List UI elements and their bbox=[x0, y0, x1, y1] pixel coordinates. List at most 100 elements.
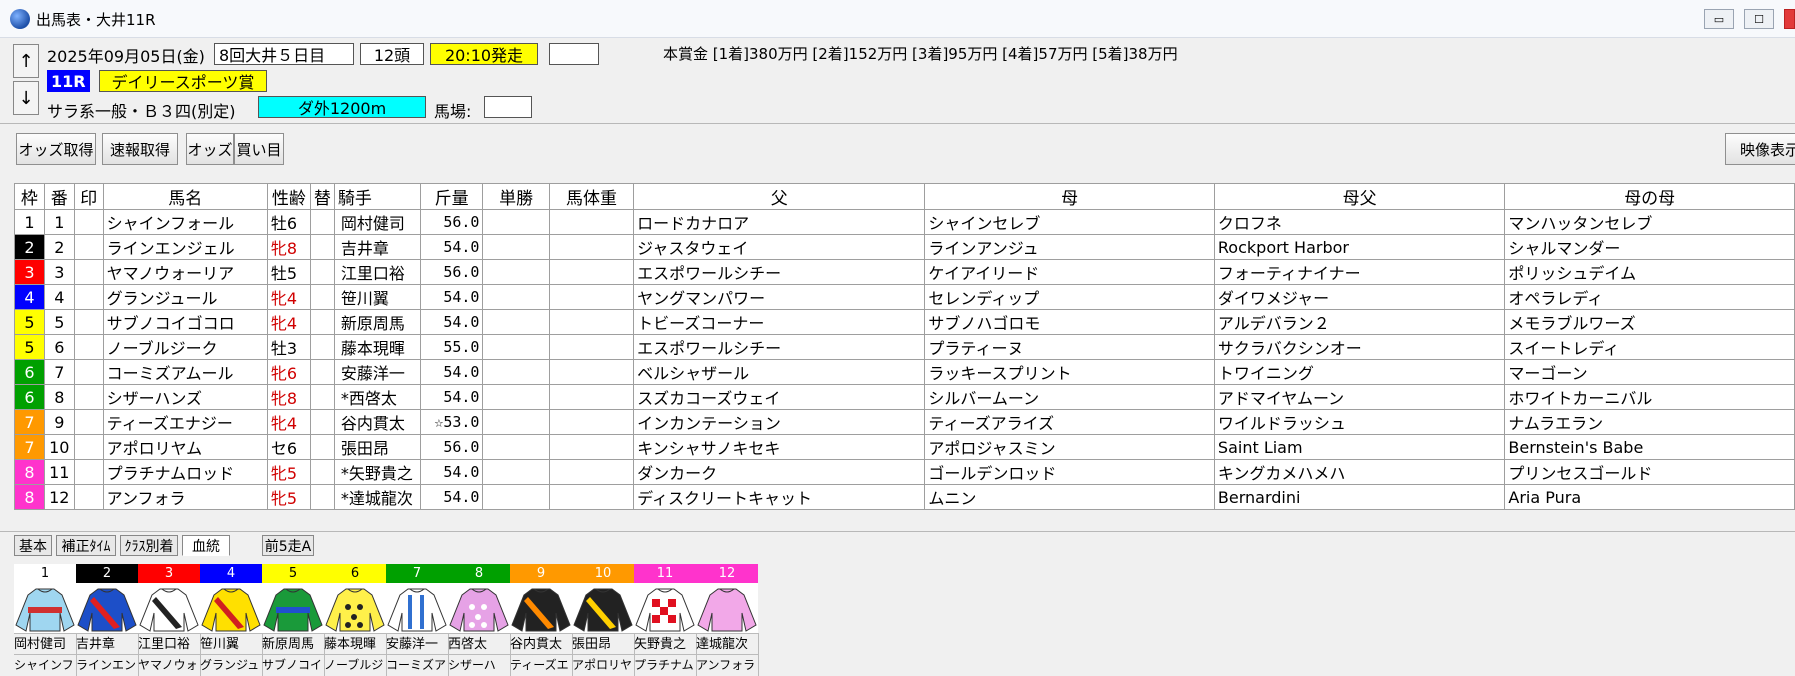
silk-jockey-name: 谷内貫太 bbox=[510, 633, 573, 655]
body-weight-cell bbox=[548, 459, 635, 485]
sex-age-cell: 牝5 bbox=[266, 484, 311, 510]
column-header-change[interactable]: 替 bbox=[309, 183, 335, 210]
weight-cell: 56.0 bbox=[419, 434, 484, 460]
sex-age-cell: 牝4 bbox=[266, 309, 311, 335]
column-header-num[interactable]: 番 bbox=[43, 183, 75, 210]
bet-slip-button[interactable]: 買い目 bbox=[234, 133, 284, 165]
mark-cell bbox=[73, 209, 104, 235]
table-row[interactable]: 6 8 シザーハンズ 牝8 *西啓太 54.0 スズカコーズウェイ シルバームーン アドマイヤム… bbox=[14, 384, 1795, 410]
maximize-button[interactable]: ☐ bbox=[1744, 9, 1774, 29]
silk-number: 5 bbox=[262, 564, 324, 583]
table-row[interactable]: 2 2 ラインエンジェル 牝8 吉井章 54.0 ジャスタウェイ ラインアンジュ Rockpor… bbox=[14, 234, 1795, 260]
weight-cell: 55.0 bbox=[419, 334, 484, 360]
table-row[interactable]: 7 10 アポロリヤム セ6 張田昂 56.0 キンシャサノキセキ アポロジャスミン Saint… bbox=[14, 434, 1795, 460]
next-race-button[interactable]: ↓ bbox=[13, 81, 39, 115]
column-header-dam-sire[interactable]: 母父 bbox=[1213, 183, 1506, 210]
silk-jockey-name: 岡村健司 bbox=[14, 633, 77, 655]
jockey-cell: 谷内貫太 bbox=[333, 409, 421, 435]
silk-card: 11 矢野貴之 プラチナム bbox=[634, 564, 697, 676]
odds-button[interactable]: オッズ bbox=[186, 133, 234, 165]
sex-age-cell: 牝6 bbox=[266, 359, 311, 385]
tab-class-results[interactable]: ｸﾗｽ別着 bbox=[120, 535, 178, 556]
column-header-mark[interactable]: 印 bbox=[73, 183, 104, 210]
prev-race-button[interactable]: ↑ bbox=[13, 44, 39, 78]
weight-cell: 54.0 bbox=[419, 484, 484, 510]
silk-horse-name: サブノコイ bbox=[262, 654, 325, 676]
extra-input[interactable] bbox=[549, 43, 599, 65]
sire-cell: ベルシャザール bbox=[633, 359, 926, 385]
weight-cell: 54.0 bbox=[419, 459, 484, 485]
column-header-weight[interactable]: 斤量 bbox=[419, 183, 484, 210]
tab-basic[interactable]: 基本 bbox=[14, 535, 52, 556]
grid-bottom-divider bbox=[0, 531, 1795, 532]
horse-number-cell: 11 bbox=[43, 459, 75, 485]
dam-dam-cell: Bernstein's Babe bbox=[1504, 434, 1795, 460]
table-row[interactable]: 1 1 シャインフォール 牡6 岡村健司 56.0 ロードカナロア シャインセレブ クロフネ マン… bbox=[14, 209, 1795, 235]
column-header-dam[interactable]: 母 bbox=[924, 183, 1215, 210]
race-number-badge: 11R bbox=[47, 70, 90, 92]
table-header-row: 枠番印馬名 性齢替騎手 斤量 単勝 馬体重父母母父 母の母 bbox=[14, 183, 1795, 210]
weight-cell: 54.0 bbox=[419, 234, 484, 260]
dam-sire-cell: フォーティナイナー bbox=[1213, 259, 1506, 285]
dam-dam-cell: プリンセスゴールド bbox=[1504, 459, 1795, 485]
weight-cell: ☆53.0 bbox=[419, 409, 484, 435]
quick-result-fetch-button[interactable]: 速報取得 bbox=[102, 133, 178, 165]
column-header-jockey[interactable]: 騎手 bbox=[333, 183, 421, 210]
silk-jockey-name: 安藤洋一 bbox=[386, 633, 449, 655]
silk-number: 3 bbox=[138, 564, 200, 583]
table-row[interactable]: 7 9 ティーズエナジー 牝4 谷内貫太 ☆53.0 インカンテーション ティーズアライズ ワイ… bbox=[14, 409, 1795, 435]
dam-sire-cell: Saint Liam bbox=[1213, 434, 1506, 460]
jockey-cell: *西啓太 bbox=[333, 384, 421, 410]
column-header-sire[interactable]: 父 bbox=[633, 183, 926, 210]
weight-cell: 54.0 bbox=[419, 384, 484, 410]
sire-cell: ヤングマンパワー bbox=[633, 284, 926, 310]
track-condition-label: 馬場: bbox=[434, 102, 472, 121]
table-row[interactable]: 3 3 ヤマノウォーリア 牡5 江里口裕 56.0 エスポワールシチー ケイアイリード フォーテ… bbox=[14, 259, 1795, 285]
dam-cell: セレンディップ bbox=[924, 284, 1215, 310]
silk-number: 9 bbox=[510, 564, 572, 583]
column-header-waku[interactable]: 枠 bbox=[14, 183, 45, 210]
horse-name-cell: アンフォラ bbox=[102, 484, 268, 510]
dam-cell: シャインセレブ bbox=[924, 209, 1215, 235]
table-row[interactable]: 5 6 ノーブルジーク 牡3 藤本現暉 55.0 エスポワールシチー プラティーヌ サクラバクシ… bbox=[14, 334, 1795, 360]
sire-cell: ディスクリートキャット bbox=[633, 484, 926, 510]
video-display-button[interactable]: 映像表示 bbox=[1725, 133, 1795, 165]
body-weight-cell bbox=[548, 309, 635, 335]
dam-sire-cell: サクラバクシンオー bbox=[1213, 334, 1506, 360]
minimize-button[interactable]: ▭ bbox=[1704, 9, 1734, 29]
tab-last5-a[interactable]: 前5走A bbox=[262, 535, 314, 556]
jockey-silk-icon bbox=[76, 583, 138, 633]
column-header-horse-name[interactable]: 馬名 bbox=[102, 183, 268, 210]
column-header-body-weight[interactable]: 馬体重 bbox=[548, 183, 635, 210]
table-row[interactable]: 5 5 サブノコイゴコロ 牝4 新原周馬 54.0 トビーズコーナー サブノハゴロモ アルデバラ… bbox=[14, 309, 1795, 335]
table-row[interactable]: 6 7 コーミズアムール 牝6 安藤洋一 54.0 ベルシャザール ラッキースプリント トワイニ… bbox=[14, 359, 1795, 385]
jockey-silk-icon bbox=[448, 583, 510, 633]
dam-sire-cell: アドマイヤムーン bbox=[1213, 384, 1506, 410]
table-row[interactable]: 4 4 グランジュール 牝4 笹川翼 54.0 ヤングマンパワー セレンディップ ダイワメジャー… bbox=[14, 284, 1795, 310]
close-button[interactable] bbox=[1784, 9, 1795, 29]
horse-number-cell: 1 bbox=[43, 209, 75, 235]
sex-age-cell: 牝4 bbox=[266, 284, 311, 310]
sire-cell: エスポワールシチー bbox=[633, 334, 926, 360]
waku-cell: 2 bbox=[14, 234, 45, 260]
table-row[interactable]: 8 12 アンフォラ 牝5 *達城龍次 54.0 ディスクリートキャット ムニン Bernard… bbox=[14, 484, 1795, 510]
silk-horse-name: ヤマノウォ bbox=[138, 654, 201, 676]
tab-pedigree[interactable]: 血統 bbox=[182, 535, 230, 556]
table-row[interactable]: 8 11 プラチナムロッド 牝5 *矢野貴之 54.0 ダンカーク ゴールデンロッド キングカメ… bbox=[14, 459, 1795, 485]
column-header-dam-dam[interactable]: 母の母 bbox=[1504, 183, 1795, 210]
waku-cell: 7 bbox=[14, 434, 45, 460]
column-header-win-odds[interactable]: 単勝 bbox=[482, 183, 550, 210]
tab-adjusted-time[interactable]: 補正ﾀｲﾑ bbox=[56, 535, 116, 556]
mark-cell bbox=[73, 434, 104, 460]
jockey-cell: 藤本現暉 bbox=[333, 334, 421, 360]
column-header-sex-age[interactable]: 性齢 bbox=[266, 183, 311, 210]
change-cell bbox=[309, 484, 335, 510]
sex-age-cell: 牝5 bbox=[266, 459, 311, 485]
jockey-silk-icon bbox=[14, 583, 76, 633]
dam-cell: ムニン bbox=[924, 484, 1215, 510]
dam-dam-cell: マンハッタンセレブ bbox=[1504, 209, 1795, 235]
change-cell bbox=[309, 334, 335, 360]
dam-cell: アポロジャスミン bbox=[924, 434, 1215, 460]
waku-cell: 7 bbox=[14, 409, 45, 435]
odds-fetch-button[interactable]: オッズ取得 bbox=[16, 133, 96, 165]
